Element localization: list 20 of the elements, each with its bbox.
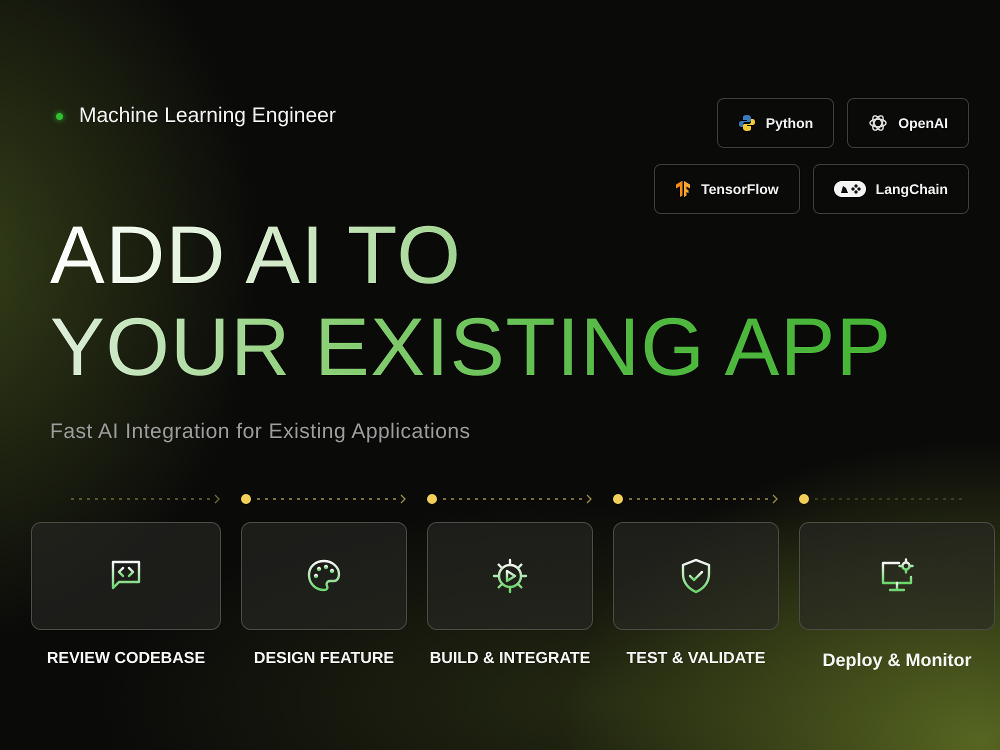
step-dot (427, 494, 437, 504)
tech-tag: TensorFlow (654, 164, 800, 214)
knot-logo-icon (868, 113, 888, 133)
snake-logo-icon (738, 114, 756, 132)
step-label: DESIGN FEATURE (252, 650, 396, 668)
gear-play-icon (490, 556, 530, 596)
status-dot (56, 112, 63, 120)
tech-tag: Python (716, 98, 834, 148)
subtitle: Fast AI Integration for Existing Applications (50, 420, 472, 444)
tech-tag: LangChain (812, 164, 969, 214)
step-label: TEST & VALIDATE (626, 650, 766, 668)
role-label: Machine Learning Engineer (79, 104, 336, 128)
tf-logo-icon (675, 180, 692, 198)
step-label: REVIEW CODEBASE (46, 650, 206, 668)
tech-tag: OpenAI (847, 98, 969, 148)
step-dot (613, 494, 623, 504)
step-dot (241, 494, 251, 504)
step-dot (799, 494, 809, 504)
step-label: BUILD & INTEGRATE (428, 650, 592, 668)
step-label: Deploy & Monitor (822, 650, 972, 671)
